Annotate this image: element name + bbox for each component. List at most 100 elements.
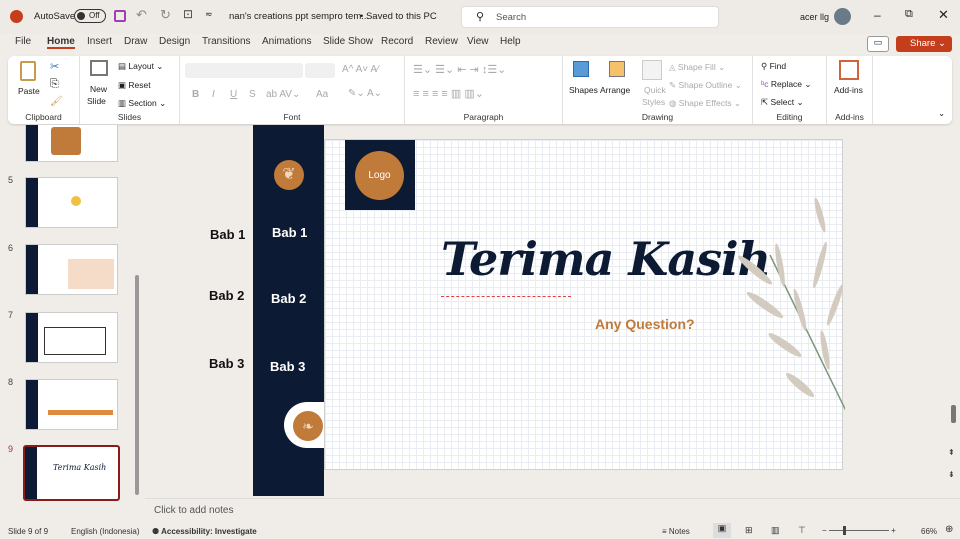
- slide-thumbnail-active[interactable]: Terima Kasih: [23, 445, 120, 501]
- slide-thumbnail[interactable]: [25, 177, 118, 228]
- present-icon[interactable]: ⊡: [183, 7, 193, 21]
- nav-item-bab-1[interactable]: Bab 1: [272, 225, 307, 240]
- thumbnail-title: Terima Kasih: [53, 463, 107, 472]
- autosave-label: AutoSave: [34, 11, 76, 22]
- save-icon[interactable]: [114, 10, 126, 22]
- cut-icon[interactable]: ✂: [50, 60, 59, 73]
- save-status[interactable]: • Saved to this PC: [360, 11, 437, 22]
- drawing-group: Shapes Arrange Quick Styles ◬ Shape Fill…: [563, 56, 753, 124]
- change-case-button[interactable]: Aa: [316, 89, 328, 100]
- font-name-dropdown[interactable]: [185, 63, 303, 78]
- customize-toolbar-icon[interactable]: ≂: [205, 9, 213, 20]
- shape-effects-button[interactable]: ◍ Shape Effects ⌄: [669, 98, 741, 109]
- slide-title[interactable]: Terima Kasih: [441, 232, 771, 286]
- paste-button[interactable]: Paste: [18, 86, 40, 96]
- quick-styles-icon[interactable]: [642, 60, 662, 80]
- shapes-icon[interactable]: [573, 61, 589, 77]
- shapes-button[interactable]: Shapes: [569, 85, 598, 95]
- italic-button[interactable]: I: [212, 89, 215, 100]
- bold-button[interactable]: B: [192, 89, 199, 100]
- new-slide-button[interactable]: New: [90, 84, 107, 94]
- replace-button[interactable]: ᵇc Replace ⌄: [761, 79, 812, 90]
- addins-icon[interactable]: [839, 60, 859, 80]
- next-slide-icon[interactable]: ⇟: [948, 470, 955, 479]
- tab-draw[interactable]: Draw: [124, 36, 147, 47]
- nav-item-bab-3[interactable]: Bab 3: [270, 359, 305, 374]
- minimize-icon[interactable]: –: [874, 8, 881, 22]
- copy-icon[interactable]: ⎘: [50, 78, 59, 91]
- redo-icon[interactable]: ↻: [160, 7, 171, 23]
- tab-review[interactable]: Review: [425, 36, 458, 47]
- nav-item-bab-2[interactable]: Bab 2: [271, 291, 306, 306]
- highlight-icon[interactable]: ✎⌄ A⌄: [348, 88, 382, 99]
- paste-icon[interactable]: [20, 61, 36, 81]
- leaf-decoration-icon: [737, 197, 845, 411]
- select-button[interactable]: ⇱ Select ⌄: [761, 97, 804, 108]
- accessibility-status[interactable]: ⚉ Accessibility: Investigate: [152, 527, 257, 536]
- fit-to-window-icon[interactable]: ⊕: [945, 524, 953, 535]
- tab-view[interactable]: View: [467, 36, 489, 47]
- bullets-icon[interactable]: ☰⌄ ☰⌄ ⇤ ⇥ ↕☰⌄: [413, 63, 506, 76]
- new-slide-icon[interactable]: [90, 60, 108, 76]
- thumbnails-scrollbar[interactable]: [135, 275, 139, 495]
- font-size-increase-icon[interactable]: A^ A˅ A⁄: [342, 64, 379, 75]
- tab-insert[interactable]: Insert: [87, 36, 112, 47]
- find-button[interactable]: ⚲ Find: [761, 61, 786, 72]
- tab-slide-show[interactable]: Slide Show: [323, 36, 373, 47]
- zoom-level[interactable]: 66%: [921, 527, 937, 536]
- autosave-toggle[interactable]: Off: [74, 9, 106, 23]
- addins-button[interactable]: Add-ins: [834, 85, 863, 95]
- slide-number: 9: [8, 444, 14, 454]
- shape-outline-button[interactable]: ✎ Shape Outline ⌄: [669, 80, 742, 91]
- slide-subtitle[interactable]: Any Question?: [595, 316, 695, 332]
- tab-design[interactable]: Design: [159, 36, 190, 47]
- new-slide-button-line2[interactable]: Slide: [87, 96, 106, 106]
- reading-view-icon[interactable]: ▥: [771, 525, 780, 536]
- avatar[interactable]: [834, 8, 851, 25]
- quick-styles-button[interactable]: Quick: [644, 85, 666, 95]
- slide-thumbnail[interactable]: [25, 244, 118, 295]
- notes-pane[interactable]: Click to add notes: [145, 498, 960, 521]
- prev-slide-icon[interactable]: ⇞: [948, 448, 955, 457]
- document-title[interactable]: nan's creations ppt sempro tem...: [229, 11, 369, 22]
- slide-thumbnail[interactable]: [25, 312, 118, 363]
- section-button[interactable]: ▥ Section ⌄: [118, 98, 166, 109]
- quick-styles-button-line2[interactable]: Styles: [642, 97, 665, 107]
- slide-canvas[interactable]: Logo Terima Kasih Any Question?: [324, 139, 845, 470]
- shape-outline-label: Shape Outline: [678, 80, 733, 90]
- tab-file[interactable]: File: [15, 36, 31, 47]
- underline-button[interactable]: U: [230, 89, 237, 100]
- reset-button[interactable]: ▣ Reset: [118, 80, 151, 91]
- close-icon[interactable]: ✕: [938, 7, 949, 23]
- zoom-slider[interactable]: − +: [822, 526, 902, 536]
- slide-sorter-icon[interactable]: ⊞: [745, 525, 753, 536]
- comments-button[interactable]: ▭: [867, 36, 889, 52]
- tab-help[interactable]: Help: [500, 36, 521, 47]
- tab-home[interactable]: Home: [47, 36, 75, 49]
- shadow-button[interactable]: S: [249, 89, 256, 100]
- format-painter-icon[interactable]: 🖌: [50, 96, 63, 107]
- arrange-icon[interactable]: [609, 61, 625, 77]
- layout-button[interactable]: ▤ Layout ⌄: [118, 61, 163, 72]
- slide-scrollbar[interactable]: [951, 405, 956, 423]
- user-name[interactable]: acer llg: [800, 12, 829, 22]
- font-size-dropdown[interactable]: [305, 63, 335, 78]
- slide-thumbnail[interactable]: [25, 379, 118, 430]
- tab-transitions[interactable]: Transitions: [202, 36, 251, 47]
- tab-animations[interactable]: Animations: [262, 36, 311, 47]
- tab-record[interactable]: Record: [381, 36, 413, 47]
- normal-view-icon[interactable]: ▣: [713, 523, 731, 538]
- language-status[interactable]: English (Indonesia): [71, 527, 139, 536]
- strikethrough-icon[interactable]: ab AV⌄: [266, 89, 300, 100]
- arrange-button[interactable]: Arrange: [600, 85, 630, 95]
- notes-button[interactable]: ≡ Notes: [662, 527, 690, 536]
- share-button[interactable]: Share ⌄: [896, 36, 952, 52]
- undo-icon[interactable]: ↶: [136, 7, 147, 23]
- shape-fill-button[interactable]: ◬ Shape Fill ⌄: [669, 62, 725, 73]
- collapse-ribbon-icon[interactable]: ⌄: [938, 108, 945, 119]
- slideshow-icon[interactable]: ⊤: [798, 525, 806, 536]
- restore-icon[interactable]: ⧉: [905, 8, 913, 21]
- search-box[interactable]: ⚲ Search: [461, 6, 719, 28]
- slide-thumbnail[interactable]: [25, 125, 118, 162]
- align-icons[interactable]: ≡ ≡ ≡ ≡ ▥ ▥⌄: [413, 87, 484, 100]
